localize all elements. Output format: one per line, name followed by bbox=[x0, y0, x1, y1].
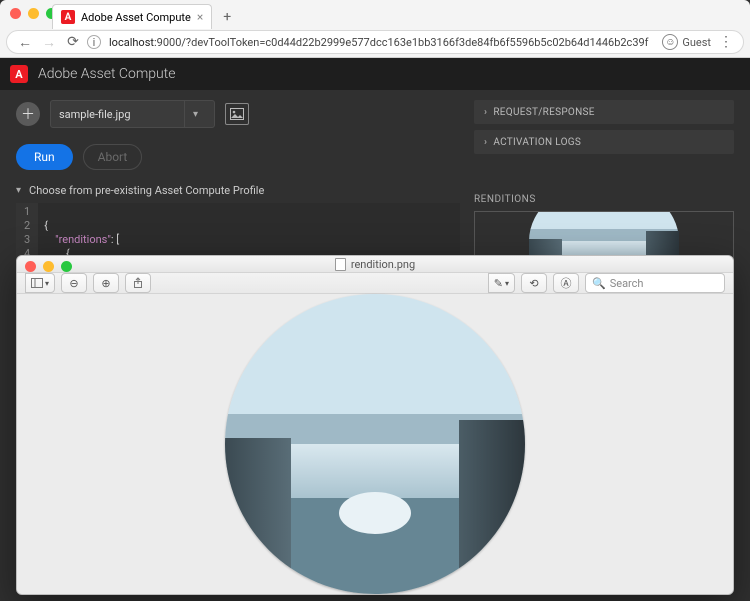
panel-title: REQUEST/RESPONSE bbox=[493, 107, 594, 118]
panel-title: ACTIVATION LOGS bbox=[493, 137, 581, 148]
preview-toolbar: ▾ ⊖ ⊕ ✎▾ ⟲ Ⓐ 🔍 Search bbox=[17, 273, 733, 294]
tab-bar: A Adobe Asset Compute × + bbox=[52, 4, 236, 29]
markup-button[interactable]: ✎▾ bbox=[488, 273, 515, 293]
site-info-icon[interactable]: i bbox=[87, 35, 101, 49]
file-select-value: sample-file.jpg bbox=[59, 108, 131, 121]
minimize-window-icon[interactable] bbox=[43, 261, 54, 272]
favicon-icon: A bbox=[61, 10, 75, 24]
share-button[interactable] bbox=[125, 273, 151, 293]
chevron-down-icon: ▾ bbox=[16, 185, 21, 196]
chevron-down-icon[interactable]: ▾ bbox=[184, 101, 206, 127]
file-select[interactable]: sample-file.jpg ▾ bbox=[50, 100, 215, 128]
search-placeholder: Search bbox=[610, 277, 644, 290]
panel-activation-logs[interactable]: › ACTIVATION LOGS bbox=[474, 130, 734, 154]
tab-title: Adobe Asset Compute bbox=[81, 11, 191, 24]
profile-row[interactable]: ▾ Choose from pre-existing Asset Compute… bbox=[16, 184, 460, 197]
file-bar: ＋ sample-file.jpg ▾ bbox=[16, 100, 460, 128]
run-button[interactable]: Run bbox=[16, 144, 73, 170]
app-logo-icon: A bbox=[10, 65, 28, 83]
search-input[interactable]: 🔍 Search bbox=[585, 273, 725, 293]
browser-tab[interactable]: A Adobe Asset Compute × bbox=[52, 4, 212, 29]
browser-menu-icon[interactable]: ⋮ bbox=[715, 34, 737, 50]
app-header: A Adobe Asset Compute bbox=[0, 58, 750, 90]
chevron-right-icon: › bbox=[484, 107, 487, 118]
url-host: localhost bbox=[109, 36, 154, 49]
add-file-button[interactable]: ＋ bbox=[16, 102, 40, 126]
chevron-right-icon: › bbox=[484, 137, 487, 148]
rotate-button[interactable]: ⟲ bbox=[521, 273, 547, 293]
profile-label: Guest bbox=[682, 36, 711, 49]
profile-label: Choose from pre-existing Asset Compute P… bbox=[29, 184, 264, 197]
renditions-title: RENDITIONS bbox=[474, 194, 734, 205]
url-path: :9000/?devToolToken=c0d44d22b2999e577dcc… bbox=[154, 36, 649, 49]
browser-chrome: A Adobe Asset Compute × + ← → ⟳ i localh… bbox=[0, 0, 750, 58]
profile-chip[interactable]: ☺ Guest bbox=[662, 34, 711, 50]
window-controls bbox=[10, 8, 57, 19]
action-row: Run Abort bbox=[16, 144, 460, 170]
search-icon: 🔍 bbox=[592, 277, 606, 290]
back-button[interactable]: ← bbox=[15, 32, 35, 52]
annotations-button[interactable]: Ⓐ bbox=[553, 273, 579, 293]
address-bar: ← → ⟳ i localhost:9000/?devToolToken=c0d… bbox=[6, 30, 744, 54]
minimize-window-icon[interactable] bbox=[28, 8, 39, 19]
sidebar-toggle-button[interactable]: ▾ bbox=[25, 273, 55, 293]
tab-close-icon[interactable]: × bbox=[197, 10, 203, 24]
forward-button[interactable]: → bbox=[39, 32, 59, 52]
new-tab-button[interactable]: + bbox=[218, 8, 236, 26]
preview-window: rendition.png ▾ ⊖ ⊕ ✎▾ ⟲ Ⓐ 🔍 Search bbox=[16, 255, 734, 595]
panel-request-response[interactable]: › REQUEST/RESPONSE bbox=[474, 100, 734, 124]
preview-title: rendition.png bbox=[351, 258, 415, 271]
url-field[interactable]: localhost:9000/?devToolToken=c0d44d22b29… bbox=[103, 36, 662, 49]
maximize-window-icon[interactable] bbox=[61, 261, 72, 272]
zoom-in-button[interactable]: ⊕ bbox=[93, 273, 119, 293]
rendition-image bbox=[225, 294, 525, 594]
image-preview-icon[interactable] bbox=[225, 103, 249, 125]
preview-titlebar: rendition.png bbox=[17, 256, 733, 273]
close-window-icon[interactable] bbox=[10, 8, 21, 19]
document-icon bbox=[335, 258, 346, 271]
zoom-out-button[interactable]: ⊖ bbox=[61, 273, 87, 293]
reload-button[interactable]: ⟳ bbox=[63, 32, 83, 52]
profile-icon: ☺ bbox=[662, 34, 678, 50]
abort-button[interactable]: Abort bbox=[83, 144, 143, 170]
close-window-icon[interactable] bbox=[25, 261, 36, 272]
preview-canvas bbox=[17, 294, 733, 594]
app-title: Adobe Asset Compute bbox=[38, 66, 175, 82]
